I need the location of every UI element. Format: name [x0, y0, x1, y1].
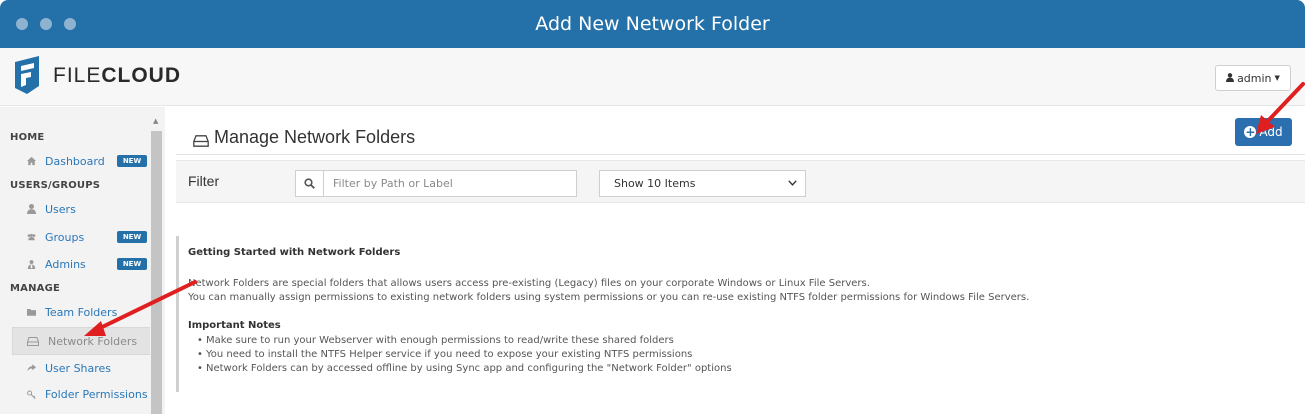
sidebar-item-label: Team Folders: [45, 305, 118, 319]
search-input[interactable]: [324, 171, 576, 196]
sidebar-item-groups[interactable]: Groups NEW: [10, 227, 150, 247]
user-menu-button[interactable]: admin ▼: [1215, 65, 1291, 91]
user-icon: [10, 204, 36, 214]
important-notes-title: Important Notes: [188, 320, 281, 331]
sidebar-item-label: Users: [45, 202, 76, 216]
page-title: Manage Network Folders: [214, 127, 416, 147]
sidebar-item-network-folders[interactable]: Network Folders: [12, 327, 153, 355]
main-content: Manage Network Folders + Add Filter Show…: [176, 107, 1305, 414]
admin-icon: [10, 259, 36, 270]
sidebar-scroll-thumb[interactable]: [151, 131, 162, 414]
app-header: FILECLOUD admin ▼: [0, 48, 1305, 106]
brand-name: FILECLOUD: [53, 64, 181, 88]
filter-bar: Filter Show 10 Items: [176, 160, 1305, 203]
user-menu-label: admin: [1237, 71, 1272, 85]
drive-icon: [193, 132, 209, 151]
scroll-up-icon[interactable]: ▲: [153, 117, 158, 125]
page-size-value: Show 10 Items: [614, 177, 696, 190]
info-title: Getting Started with Network Folders: [188, 247, 401, 258]
new-badge: NEW: [117, 258, 147, 270]
sidebar-item-label: Folder Permissions: [45, 387, 148, 401]
info-line: Network Folders are special folders that…: [188, 278, 870, 289]
sidebar-item-folder-permissions[interactable]: Folder Permissions: [10, 384, 150, 404]
brand-name-bold: CLOUD: [101, 64, 182, 87]
group-icon: [10, 232, 36, 242]
header-divider: [176, 154, 1305, 155]
filecloud-logo-icon[interactable]: [12, 56, 42, 98]
sidebar-item-label: Dashboard: [45, 154, 105, 168]
share-icon: [10, 363, 36, 373]
sidebar-heading-home: HOME: [10, 132, 45, 143]
plus-circle-icon: +: [1244, 125, 1257, 139]
new-badge: NEW: [117, 231, 147, 243]
sidebar: HOME Dashboard NEW USERS/GROUPS Users Gr…: [0, 107, 165, 414]
search-icon[interactable]: [296, 171, 324, 196]
app-window: Add New Network Folder FILECLOUD admin ▼…: [0, 0, 1305, 414]
note-item: Network Folders can by accessed offline …: [197, 363, 732, 374]
add-button-label: Add: [1259, 125, 1283, 139]
note-item: You need to install the NTFS Helper serv…: [197, 349, 692, 360]
brand-name-light: FILE: [53, 64, 102, 87]
user-icon: [1226, 72, 1235, 85]
window-title: Add New Network Folder: [535, 13, 770, 35]
drive-icon: [13, 336, 39, 346]
home-icon: [10, 156, 36, 166]
sidebar-item-label: Network Folders: [48, 334, 138, 348]
sidebar-item-label: User Shares: [45, 361, 112, 375]
sidebar-item-user-shares[interactable]: User Shares: [10, 358, 150, 378]
sidebar-item-users[interactable]: Users: [10, 199, 150, 219]
add-network-folder-button[interactable]: + Add: [1235, 118, 1292, 146]
title-bar: Add New Network Folder: [0, 0, 1305, 48]
key-icon: [10, 389, 36, 400]
note-item: Make sure to run your Webserver with eno…: [197, 335, 674, 346]
caret-down-icon: ▼: [1274, 74, 1280, 82]
sidebar-item-label: Groups: [45, 230, 85, 244]
sidebar-item-team-folders[interactable]: Team Folders: [10, 302, 150, 322]
chevron-down-icon: [788, 171, 797, 196]
sidebar-heading-users-groups: USERS/GROUPS: [10, 180, 101, 191]
info-line: You can manually assign permissions to e…: [188, 292, 1030, 303]
sidebar-item-dashboard[interactable]: Dashboard NEW: [10, 151, 150, 171]
sidebar-heading-manage: MANAGE: [10, 283, 61, 294]
page-size-select[interactable]: Show 10 Items: [599, 170, 806, 197]
getting-started-panel: Getting Started with Network Folders Net…: [176, 236, 1029, 392]
sidebar-item-label: Admins: [45, 257, 86, 271]
new-badge: NEW: [117, 155, 147, 167]
folder-icon: [10, 307, 36, 317]
filter-label: Filter: [188, 173, 220, 189]
sidebar-item-admins[interactable]: Admins NEW: [10, 254, 150, 274]
search-box: [295, 170, 577, 197]
